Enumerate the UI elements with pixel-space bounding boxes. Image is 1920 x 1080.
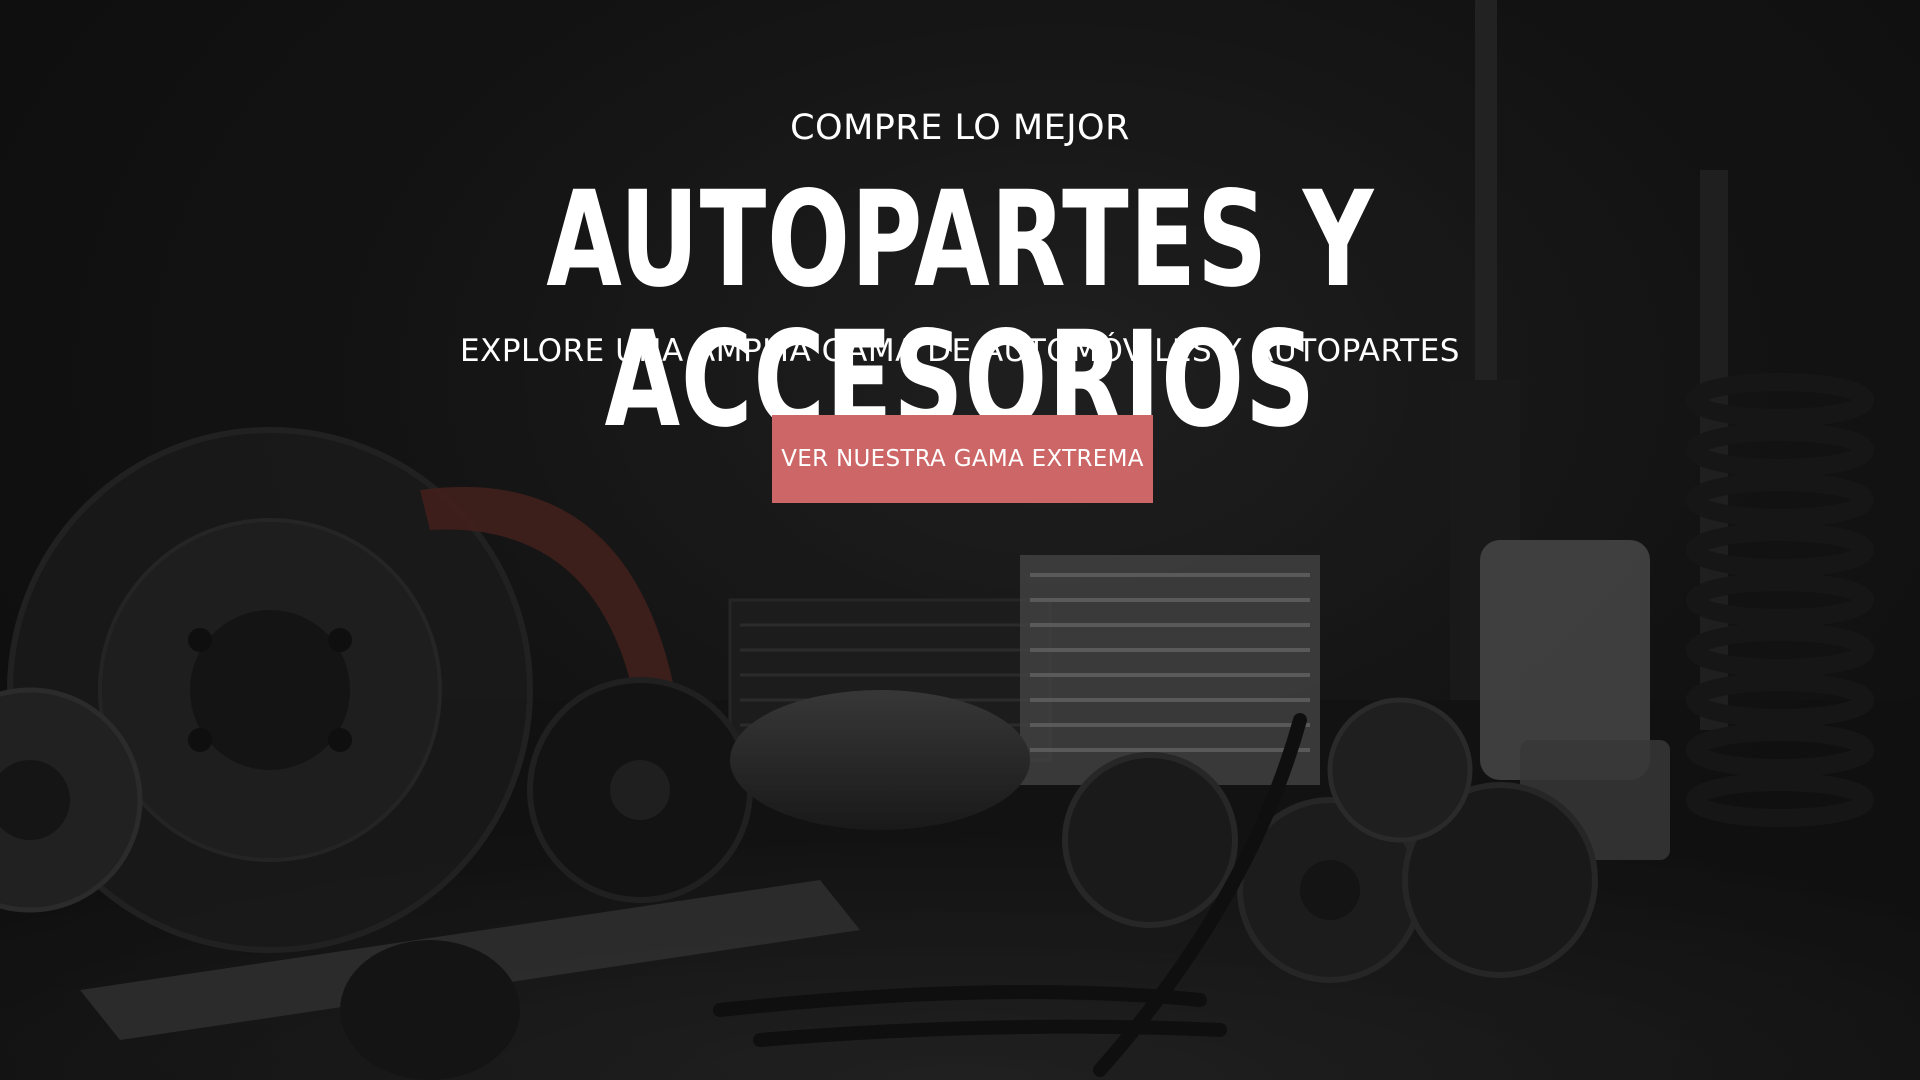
hero-subtitle: EXPLORE UNA AMPLIA GAMA DE AUTOMÓVILES Y…	[460, 333, 1460, 369]
hero-kicker: COMPRE LO MEJOR	[790, 108, 1130, 148]
hero-banner: COMPRE LO MEJOR AUTOPARTES Y ACCESORIOS …	[0, 0, 1920, 1080]
auto-parts-background-image	[0, 0, 1920, 1080]
hero-headline: AUTOPARTES Y ACCESORIOS	[546, 163, 1375, 457]
view-range-button[interactable]: VER NUESTRA GAMA EXTREMA	[772, 415, 1153, 503]
